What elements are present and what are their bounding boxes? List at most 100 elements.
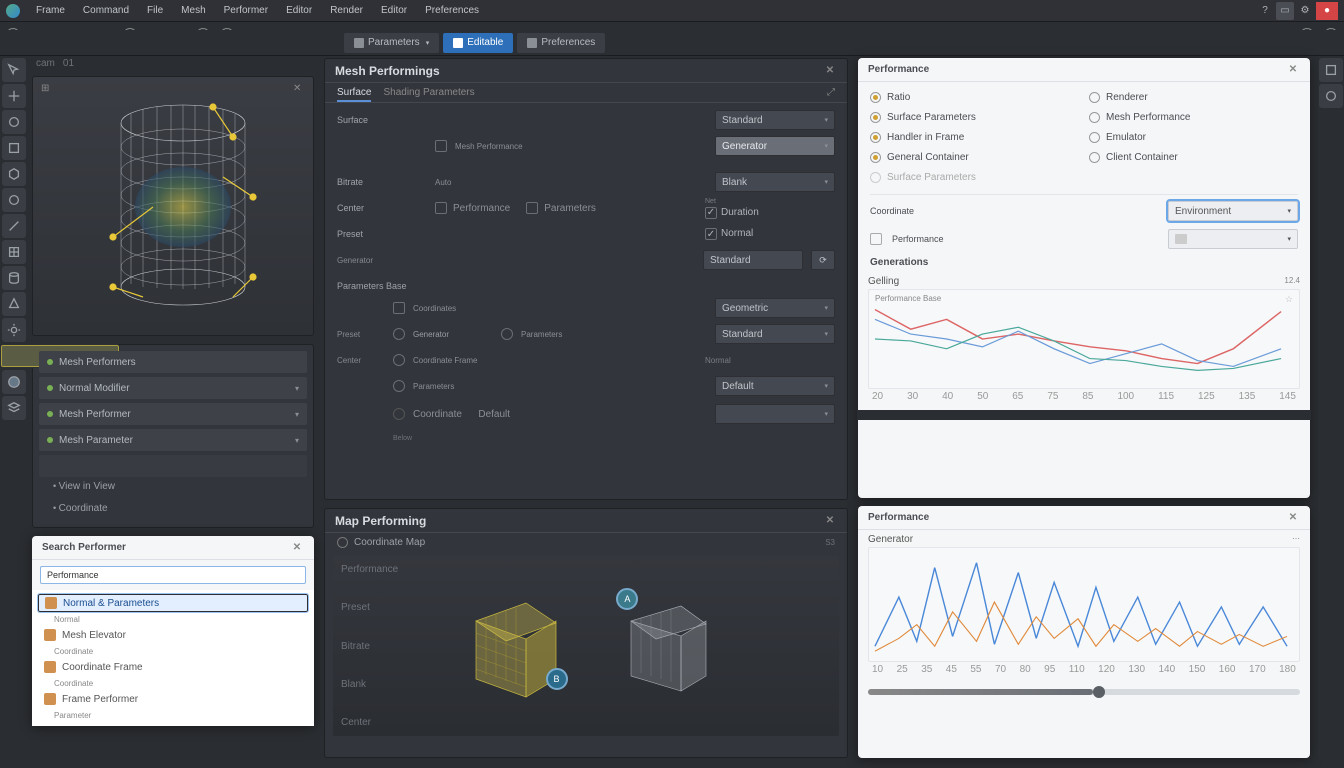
menu-editor2[interactable]: Editor bbox=[373, 3, 415, 18]
stack-item-3[interactable]: Mesh Parameter▾ bbox=[39, 429, 307, 451]
mesh-cylinder[interactable] bbox=[103, 97, 263, 317]
mesh-close-icon[interactable]: ✕ bbox=[823, 65, 837, 76]
tool-material[interactable] bbox=[2, 370, 26, 394]
tool-sphere[interactable] bbox=[2, 188, 26, 212]
modifier-stack: Mesh Performers Normal Modifier▾ Mesh Pe… bbox=[32, 344, 314, 528]
tab-expand-icon[interactable]: ⤢ bbox=[827, 87, 835, 102]
menu-command[interactable]: Command bbox=[75, 3, 137, 18]
menu-frame[interactable]: Frame bbox=[28, 3, 73, 18]
perf-chk[interactable] bbox=[870, 233, 882, 245]
rtool-1[interactable] bbox=[1319, 58, 1343, 82]
radio-surfparam[interactable] bbox=[870, 112, 881, 123]
tool-move[interactable] bbox=[2, 84, 26, 108]
tool-cube[interactable] bbox=[2, 162, 26, 186]
settings-icon[interactable]: ⚙ bbox=[1296, 2, 1314, 20]
smoother-toggle-icon[interactable] bbox=[123, 28, 137, 42]
perf2-close-icon[interactable]: ✕ bbox=[1286, 512, 1300, 523]
cube-yellow bbox=[446, 581, 576, 711]
tool-grid[interactable] bbox=[2, 240, 26, 264]
sel-default[interactable]: Default▾ bbox=[715, 376, 835, 396]
map-performing-panel: Map Performing✕ Coordinate Map S3 Perfor… bbox=[324, 508, 848, 758]
extra-toggle-1[interactable] bbox=[196, 28, 210, 42]
search-sub-2: Coordinate bbox=[38, 676, 308, 690]
scene-toggle-icon[interactable] bbox=[6, 28, 20, 42]
vp-corner-tl-icon[interactable]: ⊞ bbox=[41, 83, 53, 95]
viewport-main[interactable]: ⊞ ✕ bbox=[32, 76, 314, 336]
chk-normal[interactable]: ✓ bbox=[705, 228, 717, 240]
menu-performer[interactable]: Performer bbox=[216, 3, 276, 18]
radio-ratio[interactable] bbox=[870, 92, 881, 103]
lbl-bitrate: Bitrate bbox=[337, 177, 427, 187]
stack-item-0[interactable]: Mesh Performers bbox=[39, 351, 307, 373]
sel-surface[interactable]: Standard▾ bbox=[715, 110, 835, 130]
vp-idx-label: 01 bbox=[63, 58, 74, 68]
sel-blank[interactable]: Blank▾ bbox=[715, 172, 835, 192]
menu-preferences[interactable]: Preferences bbox=[417, 3, 487, 18]
chk-meshperf[interactable] bbox=[435, 140, 447, 152]
right-toggle-2[interactable] bbox=[1324, 28, 1338, 42]
search-sub-1: Coordinate bbox=[38, 644, 308, 658]
rtool-2[interactable] bbox=[1319, 84, 1343, 108]
perf-sel-2[interactable]: ▾ bbox=[1168, 229, 1298, 249]
help-icon[interactable]: ? bbox=[1256, 2, 1274, 20]
menu-editor[interactable]: Editor bbox=[278, 3, 320, 18]
menu-render[interactable]: Render bbox=[322, 3, 371, 18]
chart2-title: Generator bbox=[868, 534, 913, 545]
radio-handler[interactable] bbox=[870, 132, 881, 143]
map-viewport[interactable]: PerformancePresetBitrateBlankCenter bbox=[333, 556, 839, 736]
tool-select[interactable] bbox=[2, 58, 26, 82]
stack-item-1[interactable]: Normal Modifier▾ bbox=[39, 377, 307, 399]
perf-sel-env[interactable]: Environment▾ bbox=[1168, 201, 1298, 221]
radio-client[interactable] bbox=[1089, 152, 1100, 163]
radio-general[interactable] bbox=[870, 152, 881, 163]
tool-light[interactable] bbox=[2, 318, 26, 342]
sel-geometric[interactable]: Geometric▾ bbox=[715, 298, 835, 318]
radio-meshperf[interactable] bbox=[1089, 112, 1100, 123]
stack-leaf-0[interactable]: • View in View bbox=[39, 481, 307, 499]
sel-footer[interactable]: ▾ bbox=[715, 404, 835, 424]
panel-icon[interactable]: ▭ bbox=[1276, 2, 1294, 20]
lbl-surface: Surface bbox=[337, 115, 427, 125]
tool-cone[interactable] bbox=[2, 292, 26, 316]
radio-emulator[interactable] bbox=[1089, 132, 1100, 143]
chk-duration[interactable]: ✓ bbox=[705, 207, 717, 219]
vp-corner-tr-icon[interactable]: ✕ bbox=[293, 83, 305, 95]
tool-knife[interactable] bbox=[2, 214, 26, 238]
lbl-center: Center bbox=[337, 203, 427, 213]
map-close-icon[interactable]: ✕ bbox=[823, 515, 837, 526]
sel-standard2[interactable]: Standard▾ bbox=[715, 324, 835, 344]
chart-generator[interactable] bbox=[868, 547, 1300, 662]
record-button[interactable]: ● bbox=[1316, 2, 1338, 20]
search-close-icon[interactable]: ✕ bbox=[290, 542, 304, 553]
search-input[interactable]: Performance bbox=[40, 566, 306, 584]
radio-renderer[interactable] bbox=[1089, 92, 1100, 103]
tool-cylinder[interactable] bbox=[2, 266, 26, 290]
search-result-2[interactable]: Coordinate Frame bbox=[38, 658, 308, 676]
search-result-3[interactable]: Frame Performer bbox=[38, 690, 308, 708]
tab-shading[interactable]: Shading Parameters bbox=[383, 87, 474, 102]
chart-gelling[interactable]: Performance Base ☆ bbox=[868, 289, 1300, 389]
menubar: Frame Command File Mesh Performer Editor… bbox=[0, 0, 1344, 22]
timeline-slider[interactable] bbox=[868, 689, 1300, 695]
tab-surface[interactable]: Surface bbox=[337, 87, 371, 102]
right-toggle-1[interactable] bbox=[1300, 28, 1314, 42]
search-sub-0: Normal bbox=[38, 612, 308, 626]
tool-rotate[interactable] bbox=[2, 110, 26, 134]
stack-item-2[interactable]: Mesh Performer▾ bbox=[39, 403, 307, 425]
extra-toggle-2[interactable] bbox=[220, 28, 234, 42]
mode-preferences[interactable]: Preferences bbox=[517, 33, 605, 53]
search-result-1[interactable]: Mesh Elevator bbox=[38, 626, 308, 644]
tool-scale[interactable] bbox=[2, 136, 26, 160]
mode-parameters[interactable]: Parameters▾ bbox=[344, 33, 439, 53]
menu-mesh[interactable]: Mesh bbox=[173, 3, 213, 18]
sel-generator[interactable]: Generator▾ bbox=[715, 136, 835, 156]
input-standard[interactable]: Standard bbox=[703, 250, 803, 270]
mode-editable[interactable]: Editable bbox=[443, 33, 513, 53]
menu-file[interactable]: File bbox=[139, 3, 171, 18]
perf-close-icon[interactable]: ✕ bbox=[1286, 64, 1300, 75]
badge-b[interactable]: B bbox=[546, 668, 568, 690]
tool-layers[interactable] bbox=[2, 396, 26, 420]
stack-leaf-1[interactable]: • Coordinate bbox=[39, 503, 307, 521]
btn-refresh[interactable]: ⟳ bbox=[811, 250, 835, 270]
search-result-0[interactable]: Normal & Parameters bbox=[38, 594, 308, 612]
